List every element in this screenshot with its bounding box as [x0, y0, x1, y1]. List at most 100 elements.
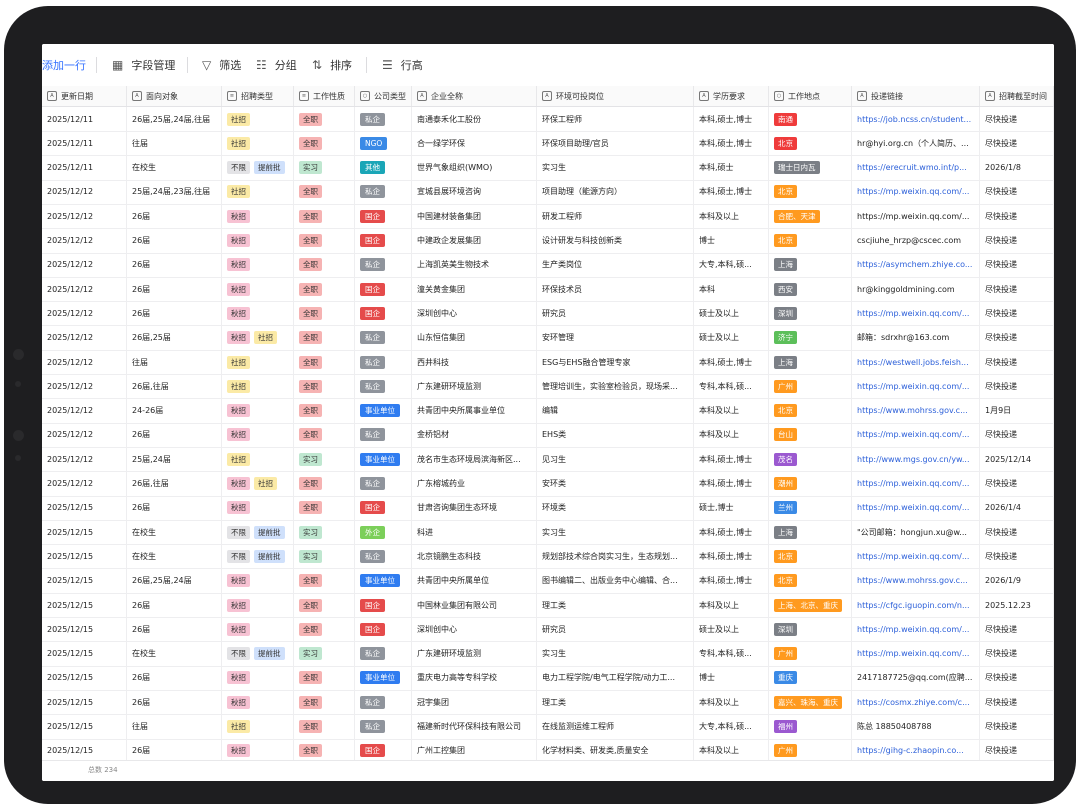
cell-loc[interactable]: 福州: [769, 714, 852, 739]
cell-position[interactable]: 编辑: [537, 398, 694, 423]
cell-date[interactable]: 2025/12/12: [42, 325, 127, 350]
cell-rec[interactable]: 秋招: [222, 398, 294, 423]
cell-deadline[interactable]: 2026/1/8: [980, 155, 1054, 180]
apply-link[interactable]: https://mp.weixin.qq.com/...: [857, 382, 969, 391]
cell-date[interactable]: 2025/12/15: [42, 641, 127, 666]
cell-ctype[interactable]: 私企: [355, 252, 412, 277]
cell-ctype[interactable]: 国企: [355, 495, 412, 520]
cell-rec[interactable]: 秋招: [222, 495, 294, 520]
cell-link[interactable]: https://mp.weixin.qq.com/...: [852, 641, 980, 666]
cell-link[interactable]: https://cfgc.iguopin.com/n...: [852, 593, 980, 617]
cell-edu[interactable]: 本科,硕士,博士: [694, 107, 769, 131]
cell-ctype[interactable]: 事业单位: [355, 398, 412, 423]
cell-rec[interactable]: 秋招: [222, 422, 294, 447]
column-header-deadline[interactable]: A 招聘截至时间: [980, 86, 1054, 106]
cell-link[interactable]: https://mp.weixin.qq.com/...: [852, 471, 980, 496]
cell-deadline[interactable]: 2026/1/4: [980, 495, 1054, 520]
cell-nature[interactable]: 全职: [294, 325, 355, 350]
cell-nature[interactable]: 全职: [294, 422, 355, 447]
cell-company[interactable]: 深圳创中心: [412, 617, 537, 642]
cell-ctype[interactable]: 其他: [355, 155, 412, 180]
cell-nature[interactable]: 全职: [294, 179, 355, 204]
cell-company[interactable]: 合一绿学环保: [412, 131, 537, 156]
apply-link[interactable]: https://gihg-c.zhaopin.co...: [857, 746, 964, 755]
cell-loc[interactable]: 深圳: [769, 301, 852, 326]
table-row[interactable]: 2025/12/12 26届 秋招 全职 私企 金桥铝材 EHS类 本科及以上 台山 https:…: [42, 422, 1054, 448]
table-row[interactable]: 2025/12/12 26届 秋招 全职 国企 中国建材装备集团 研发工程师 本科及以上 合肥、…: [42, 204, 1054, 230]
cell-date[interactable]: 2025/12/12: [42, 228, 127, 253]
cell-edu[interactable]: 大专,本科,硕...: [694, 714, 769, 739]
cell-edu[interactable]: 硕士及以上: [694, 325, 769, 350]
cell-nature[interactable]: 全职: [294, 471, 355, 496]
cell-position[interactable]: 环保项目助理/官员: [537, 131, 694, 156]
cell-rec[interactable]: 秋招: [222, 277, 294, 302]
cell-company[interactable]: 广东建研环境监测: [412, 374, 537, 399]
apply-link[interactable]: https://mp.weixin.qq.com/...: [857, 552, 969, 561]
cell-nature[interactable]: 实习: [294, 544, 355, 569]
cell-loc[interactable]: 南通: [769, 107, 852, 131]
cell-company[interactable]: 宣城县展环境咨询: [412, 179, 537, 204]
cell-target[interactable]: 26届: [127, 277, 222, 302]
cell-ctype[interactable]: 国企: [355, 204, 412, 229]
cell-company[interactable]: 中国建材装备集团: [412, 204, 537, 229]
cell-deadline[interactable]: 尽快投递: [980, 228, 1054, 253]
apply-link[interactable]: https://mp.weixin.qq.com/...: [857, 187, 969, 196]
cell-company[interactable]: 金桥铝材: [412, 422, 537, 447]
cell-deadline[interactable]: 尽快投递: [980, 252, 1054, 277]
cell-nature[interactable]: 全职: [294, 714, 355, 739]
cell-deadline[interactable]: 尽快投递: [980, 641, 1054, 666]
cell-rec[interactable]: 社招: [222, 131, 294, 156]
cell-loc[interactable]: 嘉兴、珠海、重庆: [769, 690, 852, 715]
cell-target[interactable]: 26届,往届: [127, 471, 222, 496]
cell-company[interactable]: 科进: [412, 520, 537, 545]
cell-date[interactable]: 2025/12/15: [42, 665, 127, 690]
cell-rec[interactable]: 社招: [222, 374, 294, 399]
cell-date[interactable]: 2025/12/12: [42, 204, 127, 229]
cell-position[interactable]: 实习生: [537, 520, 694, 545]
cell-deadline[interactable]: 2025.12.23: [980, 593, 1054, 617]
cell-edu[interactable]: 本科及以上: [694, 422, 769, 447]
cell-ctype[interactable]: 私企: [355, 107, 412, 131]
cell-edu[interactable]: 硕士,博士: [694, 495, 769, 520]
cell-rec[interactable]: 秋招: [222, 204, 294, 229]
cell-loc[interactable]: 北京: [769, 568, 852, 593]
cell-rec[interactable]: 秋招: [222, 252, 294, 277]
cell-rec[interactable]: 秋招 社招: [222, 471, 294, 496]
cell-ctype[interactable]: NGO: [355, 131, 412, 156]
cell-position[interactable]: 规划部技术综合岗实习生，生态规划...: [537, 544, 694, 569]
cell-target[interactable]: 26届: [127, 228, 222, 253]
cell-deadline[interactable]: 尽快投递: [980, 665, 1054, 690]
cell-date[interactable]: 2025/12/15: [42, 520, 127, 545]
cell-link[interactable]: https://westwell.jobs.feish...: [852, 350, 980, 374]
cell-nature[interactable]: 全职: [294, 204, 355, 229]
cell-rec[interactable]: 秋招: [222, 568, 294, 593]
cell-company[interactable]: 中国林业集团有限公司: [412, 593, 537, 617]
table-row[interactable]: 2025/12/12 25届,24届 社招 实习 事业单位 茂名市生态环境局滨海新区...…: [42, 447, 1054, 473]
cell-date[interactable]: 2025/12/12: [42, 422, 127, 447]
cell-date[interactable]: 2025/12/12: [42, 301, 127, 326]
apply-link[interactable]: http://www.mgs.gov.cn/yw...: [857, 455, 970, 464]
cell-target[interactable]: 在校生: [127, 641, 222, 666]
cell-deadline[interactable]: 尽快投递: [980, 520, 1054, 545]
cell-date[interactable]: 2025/12/12: [42, 350, 127, 374]
cell-edu[interactable]: 博士: [694, 228, 769, 253]
cell-loc[interactable]: 茂名: [769, 447, 852, 472]
cell-deadline[interactable]: 尽快投递: [980, 544, 1054, 569]
cell-edu[interactable]: 本科,硕士,博士: [694, 568, 769, 593]
apply-link[interactable]: https://cosmx.zhiye.com/c...: [857, 698, 970, 707]
cell-position[interactable]: 图书编辑二、出版业务中心编辑、合...: [537, 568, 694, 593]
cell-rec[interactable]: 不限 提前批: [222, 520, 294, 545]
table-row[interactable]: 2025/12/12 26届,往届 社招 全职 私企 广东建研环境监测 管理培训生，实验室检…: [42, 374, 1054, 400]
cell-target[interactable]: 26届,往届: [127, 374, 222, 399]
table-row[interactable]: 2025/12/11 往届 社招 全职 NGO 合一绿学环保 环保项目助理/官员 本科,硕士,…: [42, 131, 1054, 157]
cell-edu[interactable]: 硕士及以上: [694, 301, 769, 326]
cell-deadline[interactable]: 尽快投递: [980, 131, 1054, 156]
cell-loc[interactable]: 北京: [769, 131, 852, 156]
cell-target[interactable]: 26届: [127, 593, 222, 617]
cell-date[interactable]: 2025/12/11: [42, 107, 127, 131]
cell-date[interactable]: 2025/12/15: [42, 593, 127, 617]
table-row[interactable]: 2025/12/15 26届 秋招 全职 国企 甘肃咨询集团生态环境 环境类 硕士,博士 兰州 h…: [42, 495, 1054, 521]
cell-date[interactable]: 2025/12/12: [42, 179, 127, 204]
cell-nature[interactable]: 全职: [294, 252, 355, 277]
cell-ctype[interactable]: 私企: [355, 471, 412, 496]
